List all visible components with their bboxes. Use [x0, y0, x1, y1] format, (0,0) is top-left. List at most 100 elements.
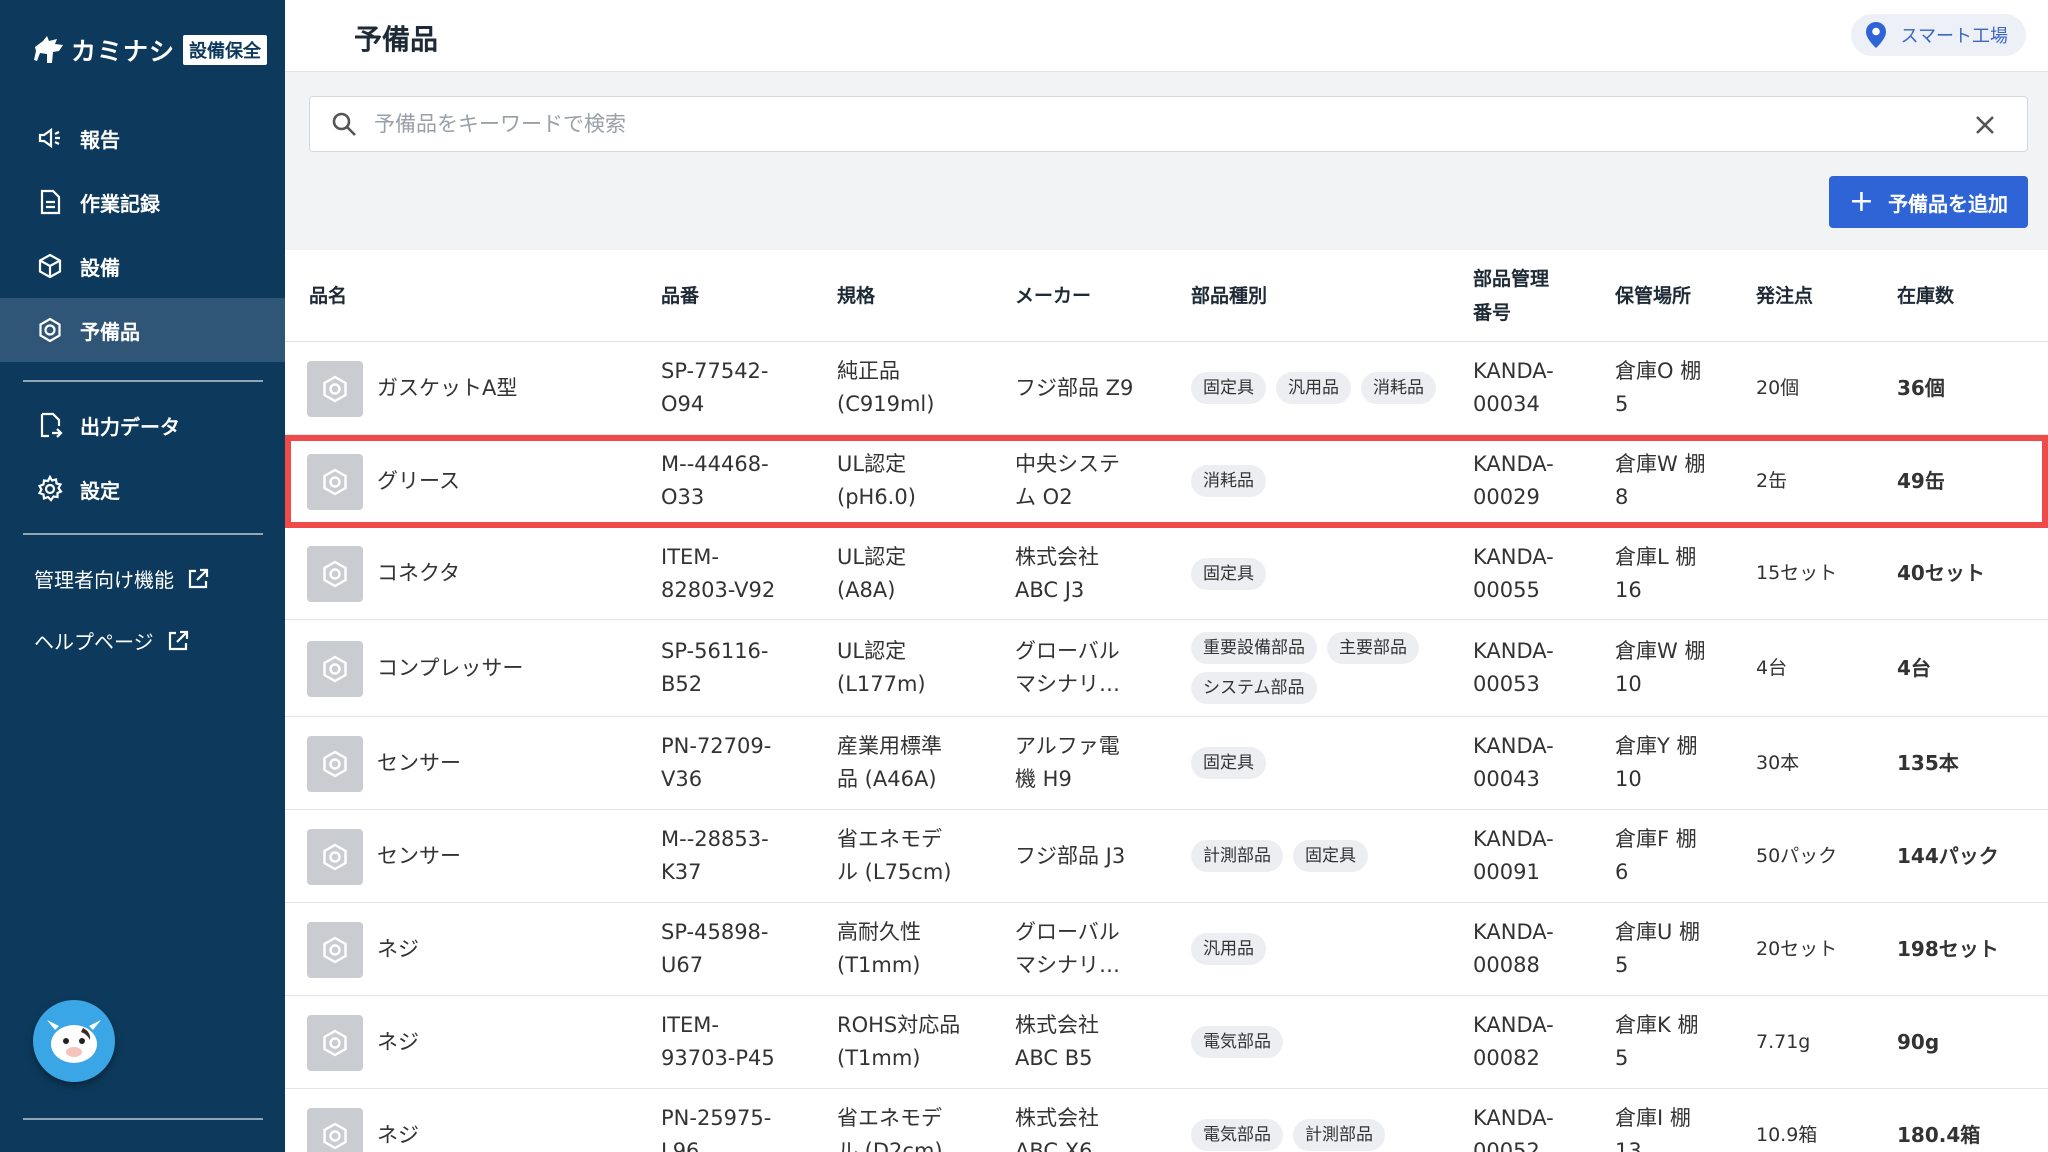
management-number-text: KANDA- 00091: [1473, 827, 1554, 884]
export-icon: [40, 412, 63, 438]
table-row[interactable]: コネクタ ITEM- 82803-V92 UL認定 (A8A) 株式会社 ABC J3…: [285, 528, 2048, 620]
order-point-text: 20個: [1756, 376, 1800, 399]
sidebar-item-export-data[interactable]: 出力データ: [0, 393, 285, 457]
sidebar-item-settings[interactable]: 設定: [0, 457, 285, 521]
storage-location-cell: 倉庫Y 棚 10: [1615, 717, 1698, 809]
management-number-text: KANDA- 00052: [1473, 1106, 1554, 1152]
part-number-text: ITEM- 93703-P45: [661, 1013, 775, 1070]
order-point-cell: 10.9箱: [1756, 1089, 1817, 1152]
management-number-text: KANDA- 00055: [1473, 544, 1554, 602]
stock-cell: 90g: [1897, 996, 1939, 1088]
column-header-storage-location[interactable]: 保管場所: [1615, 279, 1691, 313]
table-row[interactable]: ガスケットA型 SP-77542- O94 純正品 (C919ml) フジ部品 Z9 K…: [285, 342, 2048, 435]
add-spare-part-button[interactable]: + 予備品を追加: [1829, 176, 2028, 228]
column-header-part-number[interactable]: 品番: [661, 279, 699, 313]
location-pin-icon: [1865, 22, 1886, 48]
order-point-cell: 50パック: [1756, 810, 1837, 902]
column-header-stock[interactable]: 在庫数: [1897, 279, 1954, 313]
part-type-cell: 計測部品 固定具: [1191, 810, 1441, 902]
part-type-cell: 固定具 汎用品 消耗品: [1191, 342, 1441, 434]
sidebar-link-admin[interactable]: 管理者向け機能: [34, 564, 210, 593]
sidebar-divider: [23, 533, 263, 535]
column-header-part-type[interactable]: 部品種別: [1191, 279, 1267, 313]
brand-logo[interactable]: カミナシ 設備保全: [33, 30, 268, 70]
sidebar-nav-secondary: 出力データ 設定: [0, 393, 285, 521]
location-name: スマート工場: [1900, 26, 2008, 47]
sidebar-link-label: ヘルプページ: [34, 630, 154, 654]
table-row[interactable]: センサー M--28853- K37 省エネモデ ル (L75cm) フジ部品 J3 K…: [285, 810, 2048, 903]
storage-location-cell: 倉庫K 棚 5: [1615, 996, 1698, 1088]
management-number-cell: KANDA- 00029: [1473, 435, 1554, 527]
spec-text: 省エネモデ ル (L75cm): [837, 827, 952, 884]
part-type-tag: 固定具: [1293, 840, 1368, 872]
column-header-order-point[interactable]: 発注点: [1756, 279, 1813, 313]
sidebar-nav-primary: 報告 作業記録 設備 予備品: [0, 106, 285, 362]
part-type-tags: 固定具: [1191, 747, 1441, 779]
management-number-cell: KANDA- 00091: [1473, 810, 1554, 902]
spec-text: UL認定 (L177m): [837, 639, 926, 696]
table-row[interactable]: センサー PN-72709- V36 産業用標準 品 (A46A) アルファ電 機 H…: [285, 717, 2048, 810]
management-number-cell: KANDA- 00082: [1473, 996, 1554, 1088]
part-name: ネジ: [377, 1122, 419, 1147]
part-type-tags: 消耗品: [1191, 465, 1441, 497]
sidebar-item-work-records[interactable]: 作業記録: [0, 170, 285, 234]
maker-cell: グローバル マシナリ…: [1015, 903, 1120, 995]
part-number-text: M--28853- K37: [661, 827, 769, 884]
part-number-cell: ITEM- 93703-P45: [661, 996, 775, 1088]
column-header-maker[interactable]: メーカー: [1015, 279, 1091, 313]
spec-text: 高耐久性 (T1mm): [837, 920, 921, 977]
part-name-cell: ネジ: [377, 1089, 419, 1152]
megaphone-icon: [38, 127, 60, 149]
sidebar-item-spare-parts[interactable]: 予備品: [0, 298, 285, 362]
spec-cell: UL認定 (pH6.0): [837, 435, 916, 527]
stock-text: 90g: [1897, 1029, 1940, 1054]
table-row[interactable]: ネジ SP-45898- U67 高耐久性 (T1mm) グローバル マシナリ… KAN…: [285, 903, 2048, 996]
stock-cell: 40セット: [1897, 528, 1985, 619]
column-header-name[interactable]: 品名: [309, 279, 347, 313]
sidebar-link-help[interactable]: ヘルプページ: [34, 626, 190, 655]
goat-mascot-icon: [47, 1020, 101, 1063]
external-link-icon: [188, 568, 209, 588]
maker-text: 株式会社 ABC J3: [1015, 544, 1099, 602]
part-number-cell: PN-72709- V36: [661, 717, 771, 809]
clear-search-icon[interactable]: [1971, 111, 1999, 139]
maker-cell: 株式会社 ABC B5: [1015, 996, 1099, 1088]
sidebar-item-report[interactable]: 報告: [0, 106, 285, 170]
part-name: ネジ: [377, 936, 419, 961]
management-number-cell: KANDA- 00088: [1473, 903, 1554, 995]
spare-part-placeholder-icon: [323, 936, 347, 963]
mascot-avatar-button[interactable]: [33, 1000, 115, 1082]
maker-cell: グローバル マシナリ…: [1015, 620, 1120, 716]
table-row[interactable]: コンプレッサー SP-56116- B52 UL認定 (L177m) グローバル マシ…: [285, 620, 2048, 717]
management-number-cell: KANDA- 00043: [1473, 717, 1554, 809]
part-type-cell: 固定具: [1191, 528, 1441, 619]
table-row[interactable]: ネジ ITEM- 93703-P45 ROHS対応品 (T1mm) 株式会社 ABC …: [285, 996, 2048, 1089]
part-number-cell: SP-77542- O94: [661, 342, 769, 434]
search-input[interactable]: [374, 112, 1934, 136]
maker-text: 中央システ ム O2: [1015, 452, 1120, 509]
maker-text: 株式会社 ABC B5: [1015, 1013, 1099, 1070]
table-row[interactable]: ネジ PN-25975- L96 省エネモデ ル (D2cm) 株式会社 ABC X6…: [285, 1089, 2048, 1152]
stock-text: 180.4箱: [1897, 1122, 1981, 1147]
stock-text: 40セット: [1897, 561, 1985, 585]
spare-part-placeholder-icon: [323, 468, 347, 495]
column-header-management-number[interactable]: 部品管理 番号: [1473, 262, 1549, 330]
order-point-text: 4台: [1756, 656, 1788, 679]
part-number-cell: M--44468- O33: [661, 435, 769, 527]
location-selector[interactable]: スマート工場: [1850, 14, 2026, 56]
spec-text: ROHS対応品 (T1mm): [837, 1013, 961, 1070]
sidebar-item-label: 報告: [80, 127, 120, 152]
sidebar-item-equipment[interactable]: 設備: [0, 234, 285, 298]
part-number-cell: SP-45898- U67: [661, 903, 769, 995]
plus-icon: +: [1848, 184, 1875, 219]
part-type-tag: 計測部品: [1293, 1119, 1385, 1151]
maker-text: グローバル マシナリ…: [1015, 639, 1120, 696]
stock-cell: 36個: [1897, 342, 1945, 434]
part-type-tag: 固定具: [1191, 557, 1266, 590]
stock-text: 135本: [1897, 750, 1959, 775]
part-type-cell: 固定具: [1191, 717, 1441, 809]
table-row[interactable]: グリース M--44468- O33 UL認定 (pH6.0) 中央システ ム O2 K…: [285, 435, 2048, 528]
storage-location-text: 倉庫L 棚 16: [1615, 544, 1697, 602]
sidebar-item-label: 作業記録: [80, 191, 160, 216]
column-header-spec[interactable]: 規格: [837, 279, 875, 313]
